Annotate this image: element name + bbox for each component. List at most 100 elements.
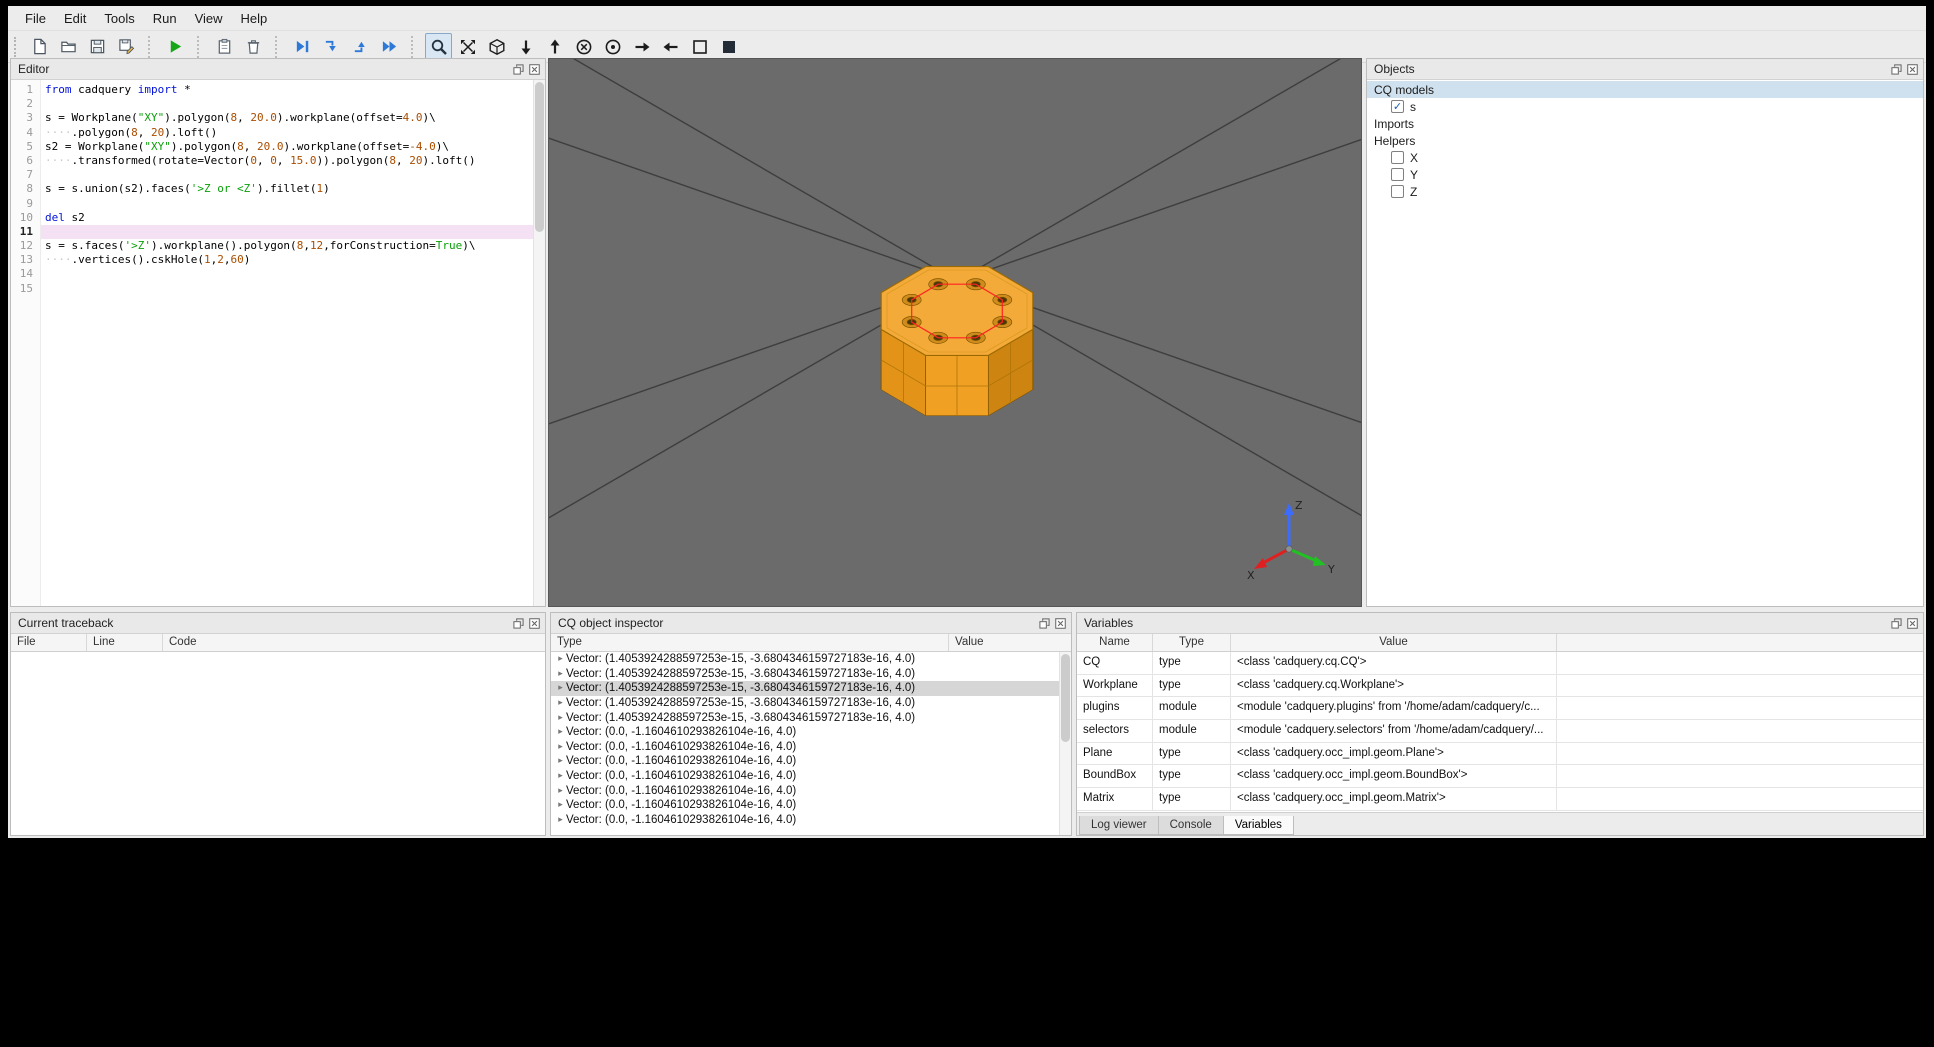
vector-row[interactable]: ▸ Vector: (1.4053924288597253e-15, -3.680… — [551, 652, 1071, 667]
column-header-line[interactable]: Line — [87, 634, 163, 651]
variable-row-workplane[interactable]: Workplane type <class 'cadquery.cq.Workpla… — [1077, 674, 1923, 698]
expander-icon[interactable]: ▸ — [555, 683, 566, 693]
code-line-9[interactable] — [41, 197, 545, 211]
vector-row[interactable]: ▸ Vector: (1.4053924288597253e-15, -3.680… — [551, 696, 1071, 711]
vector-row[interactable]: ▸ Vector: (0.0, -1.1604610293826104e-16, … — [551, 740, 1071, 755]
expander-icon[interactable]: ▸ — [555, 698, 566, 708]
close-icon[interactable] — [528, 63, 540, 75]
code-line-3[interactable]: s = Workplane("XY").polygon(8, 20.0).wor… — [41, 111, 545, 125]
tree-item-cq-models[interactable]: CQ models — [1367, 81, 1923, 98]
code-line-15[interactable] — [41, 282, 545, 296]
variable-row-cq[interactable]: CQ type <class 'cadquery.cq.CQ'> — [1077, 652, 1923, 675]
variable-row-plugins[interactable]: plugins module <module 'cadquery.plugins' … — [1077, 697, 1923, 721]
toolbar-grip[interactable] — [14, 36, 21, 57]
wireframe-view-button[interactable] — [686, 33, 713, 60]
expander-icon[interactable]: ▸ — [555, 742, 566, 752]
viewport-3d[interactable]: Z X Y — [256, 0, 1658, 688]
render-button[interactable] — [162, 33, 189, 60]
code-line-8[interactable]: s = s.union(s2).faces('>Z or <Z').fillet… — [41, 182, 545, 196]
view-bottom-button[interactable] — [512, 33, 539, 60]
delete-traces-button[interactable] — [240, 33, 267, 60]
column-header-value[interactable]: Value — [949, 634, 1071, 651]
expander-icon[interactable]: ▸ — [555, 654, 566, 664]
variable-row-matrix[interactable]: Matrix type <class 'cadquery.occ_impl.geom… — [1077, 788, 1923, 811]
column-header-code[interactable]: Code — [163, 634, 545, 651]
save-as-button[interactable] — [113, 33, 140, 60]
inspector-scrollbar[interactable] — [1059, 652, 1071, 835]
variable-row-selectors[interactable]: selectors module <module 'cadquery.selecto… — [1077, 720, 1923, 743]
inspector-scrollbar-thumb[interactable] — [1061, 654, 1070, 742]
cad-model[interactable] — [880, 266, 1034, 416]
step-into-button[interactable] — [318, 33, 345, 60]
column-header-type[interactable]: Type — [1153, 634, 1231, 651]
expander-icon[interactable]: ▸ — [555, 756, 566, 766]
view-right-button[interactable] — [628, 33, 655, 60]
vector-row[interactable]: ▸ Vector: (0.0, -1.1604610293826104e-16, … — [551, 798, 1071, 813]
variable-row-boundbox[interactable]: BoundBox type <class 'cadquery.occ_impl.ge… — [1077, 765, 1923, 789]
column-header-file[interactable]: File — [11, 634, 87, 651]
vector-row[interactable]: ▸ Vector: (1.4053924288597253e-15, -3.680… — [551, 681, 1071, 696]
tree-item-helpers[interactable]: Helpers — [1367, 132, 1923, 149]
tree-item-s[interactable]: ✓ s — [1367, 98, 1923, 115]
float-icon[interactable] — [1038, 617, 1050, 629]
expander-icon[interactable]: ▸ — [555, 727, 566, 737]
menu-run[interactable]: Run — [144, 8, 186, 29]
menu-view[interactable]: View — [186, 8, 232, 29]
float-icon[interactable] — [512, 617, 524, 629]
float-icon[interactable] — [512, 63, 524, 75]
code-line-5[interactable]: s2 = Workplane("XY").polygon(8, 20.0).wo… — [41, 140, 545, 154]
expander-icon[interactable]: ▸ — [555, 771, 566, 781]
code-line-4[interactable]: ····.polygon(8, 20).loft() — [41, 126, 545, 140]
close-icon[interactable] — [528, 617, 540, 629]
inspect-tool-button[interactable] — [425, 33, 452, 60]
editor-scrollbar-thumb[interactable] — [535, 82, 544, 232]
view-top-button[interactable] — [541, 33, 568, 60]
float-icon[interactable] — [1890, 617, 1902, 629]
float-icon[interactable] — [1890, 63, 1902, 75]
tab-variables[interactable]: Variables — [1222, 816, 1294, 835]
continue-button[interactable] — [376, 33, 403, 60]
open-file-button[interactable] — [55, 33, 82, 60]
code-line-10[interactable]: del s2 — [41, 211, 545, 225]
menu-edit[interactable]: Edit — [55, 8, 95, 29]
tree-item-imports[interactable]: Imports — [1367, 115, 1923, 132]
code-line-1[interactable]: from cadquery import * — [41, 83, 545, 97]
vector-row[interactable]: ▸ Vector: (0.0, -1.1604610293826104e-16, … — [551, 813, 1071, 828]
checkbox-s-checked[interactable]: ✓ — [1391, 100, 1404, 113]
code-area[interactable]: from cadquery import * s = Workplane("XY"… — [41, 80, 545, 606]
checkbox-y-unchecked[interactable] — [1391, 168, 1404, 181]
vector-row[interactable]: ▸ Vector: (0.0, -1.1604610293826104e-16, … — [551, 769, 1071, 784]
checkbox-z-unchecked[interactable] — [1391, 185, 1404, 198]
step-button[interactable] — [289, 33, 316, 60]
view-front-button[interactable] — [570, 33, 597, 60]
code-line-14[interactable] — [41, 267, 545, 281]
tree-item-z[interactable]: Z — [1367, 183, 1923, 200]
expander-icon[interactable]: ▸ — [555, 713, 566, 723]
step-out-button[interactable] — [347, 33, 374, 60]
code-line-7[interactable] — [41, 168, 545, 182]
code-line-12[interactable]: s = s.faces('>Z').workplane().polygon(8,… — [41, 239, 545, 253]
code-line-11[interactable] — [41, 224, 545, 240]
view-back-button[interactable] — [599, 33, 626, 60]
vector-row[interactable]: ▸ Vector: (0.0, -1.1604610293826104e-16, … — [551, 783, 1071, 798]
expander-icon[interactable]: ▸ — [555, 786, 566, 796]
code-line-13[interactable]: ····.vertices().cskHole(1,2,60) — [41, 253, 545, 267]
close-icon[interactable] — [1906, 63, 1918, 75]
tab-console[interactable]: Console — [1157, 816, 1224, 835]
vector-row[interactable]: ▸ Vector: (1.4053924288597253e-15, -3.680… — [551, 710, 1071, 725]
editor-scrollbar[interactable] — [533, 80, 545, 606]
variable-row-plane[interactable]: Plane type <class 'cadquery.occ_impl.geom.… — [1077, 742, 1923, 766]
expander-icon[interactable]: ▸ — [555, 800, 566, 810]
expander-icon[interactable]: ▸ — [555, 815, 566, 825]
column-header-name[interactable]: Name — [1077, 634, 1153, 651]
iso-view-button[interactable] — [483, 33, 510, 60]
tree-item-x[interactable]: X — [1367, 149, 1923, 166]
fit-view-button[interactable] — [454, 33, 481, 60]
close-icon[interactable] — [1054, 617, 1066, 629]
debug-button[interactable] — [211, 33, 238, 60]
vector-row[interactable]: ▸ Vector: (0.0, -1.1604610293826104e-16, … — [551, 754, 1071, 769]
shaded-view-button[interactable] — [715, 33, 742, 60]
vector-row[interactable]: ▸ Vector: (0.0, -1.1604610293826104e-16, … — [551, 725, 1071, 740]
view-left-button[interactable] — [657, 33, 684, 60]
save-button[interactable] — [84, 33, 111, 60]
